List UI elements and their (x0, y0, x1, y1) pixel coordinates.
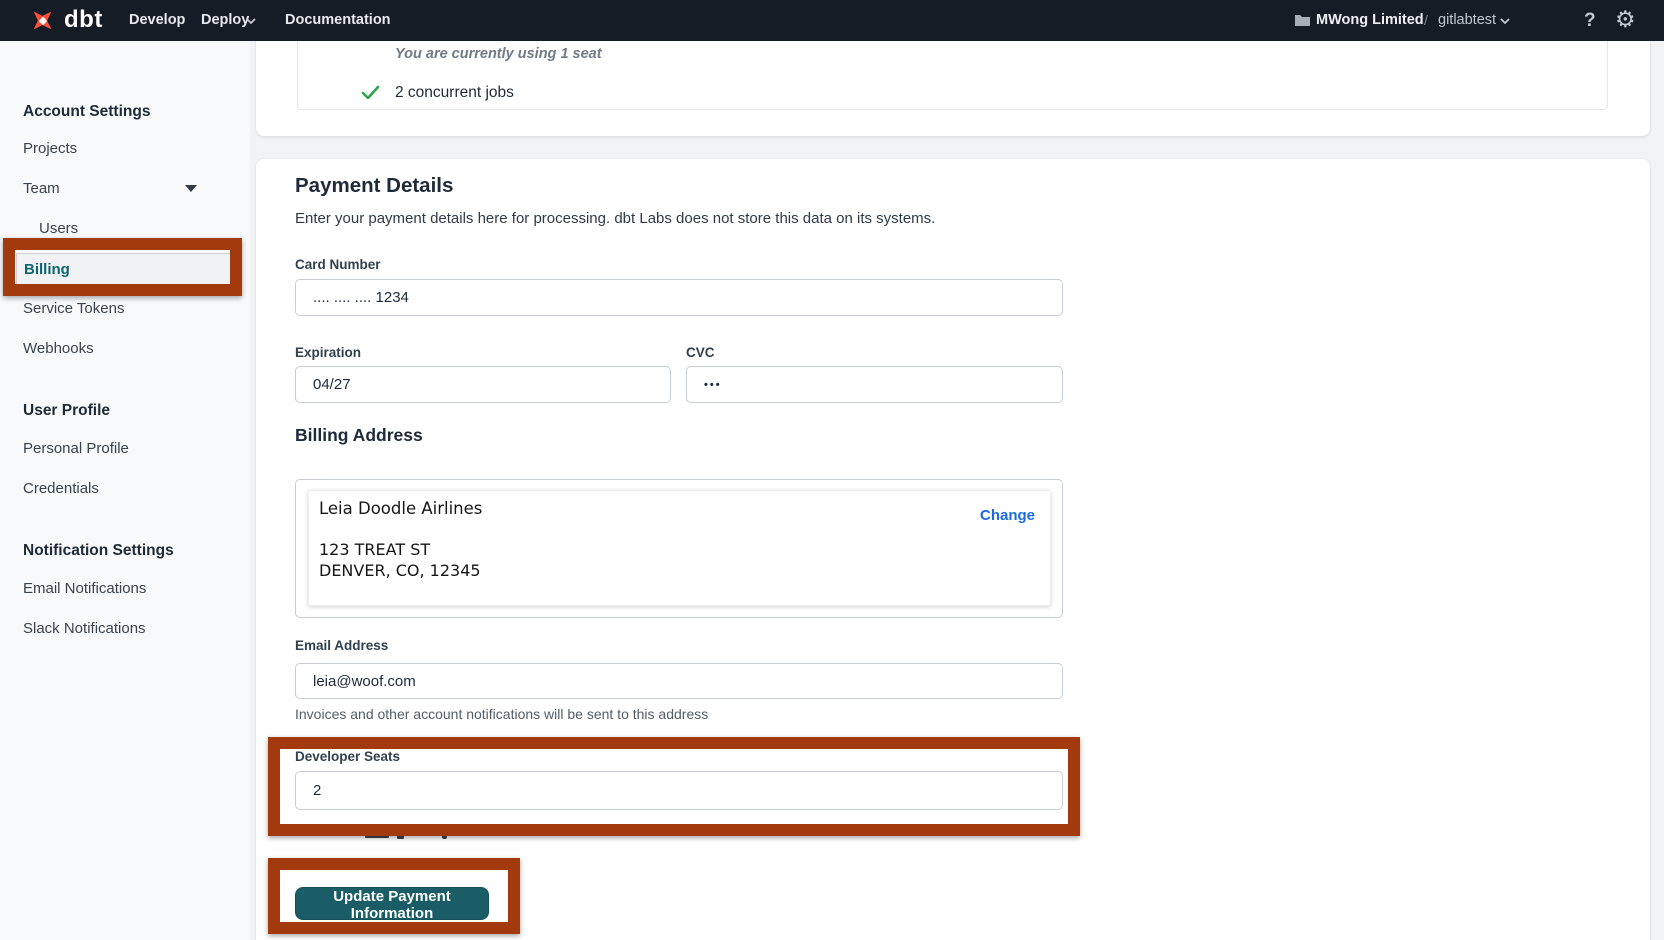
email-helper-text: Invoices and other account notifications… (295, 706, 708, 722)
billing-address-title: Billing Address (295, 425, 423, 446)
top-navbar: dbt Develop Deploy Documentation MWong L… (0, 0, 1664, 41)
sidebar-item-service-tokens[interactable]: Service Tokens (23, 300, 124, 317)
folder-icon (1294, 13, 1311, 27)
sidebar-item-users[interactable]: Users (39, 220, 78, 237)
settings-sidebar: Account Settings Projects Team Users Bil… (0, 41, 250, 940)
sidebar-item-webhooks[interactable]: Webhooks (23, 340, 94, 357)
chevron-down-icon[interactable] (1500, 18, 1510, 24)
sidebar-item-email-notifications[interactable]: Email Notifications (23, 580, 146, 597)
billing-address-street: 123 TREAT ST (319, 540, 430, 559)
clipped-text-fragment (397, 835, 404, 839)
account-switcher[interactable]: MWong Limited (1316, 0, 1424, 41)
email-address-label: Email Address (295, 638, 388, 653)
billing-address-city: DENVER, CO, 12345 (319, 561, 481, 580)
payment-details-title: Payment Details (295, 174, 453, 198)
project-switcher[interactable]: gitlabtest (1438, 0, 1496, 41)
billing-address-card: Leia Doodle Airlines Change 123 TREAT ST… (308, 490, 1051, 606)
card-number-label: Card Number (295, 257, 381, 272)
help-icon[interactable]: ? (1584, 0, 1596, 41)
brand-name: dbt (64, 6, 103, 34)
update-payment-button[interactable]: Update Payment Information (295, 887, 489, 920)
billing-label: Billing (24, 261, 70, 278)
developer-seats-input[interactable] (295, 771, 1063, 810)
sidebar-item-slack-notifications[interactable]: Slack Notifications (23, 620, 146, 637)
cvc-label: CVC (686, 345, 715, 360)
user-profile-heading: User Profile (23, 402, 110, 420)
check-icon (361, 85, 380, 100)
chevron-down-icon[interactable] (246, 18, 256, 24)
payment-details-card: Payment Details Enter your payment detai… (256, 159, 1650, 940)
nav-documentation[interactable]: Documentation (285, 0, 391, 41)
developer-seats-label: Developer Seats (295, 749, 400, 764)
caret-down-icon[interactable] (185, 185, 197, 192)
seat-usage-note: You are currently using 1 seat (395, 46, 602, 62)
sidebar-item-projects[interactable]: Projects (23, 140, 77, 157)
billing-address-box: Leia Doodle Airlines Change 123 TREAT ST… (295, 479, 1063, 618)
clipped-text-fragment (365, 835, 389, 838)
change-address-link[interactable]: Change (980, 507, 1035, 524)
account-settings-heading: Account Settings (23, 103, 150, 121)
sidebar-item-billing[interactable]: Billing (16, 253, 238, 285)
sidebar-item-personal-profile[interactable]: Personal Profile (23, 440, 129, 457)
sidebar-item-credentials[interactable]: Credentials (23, 480, 99, 497)
expiration-input[interactable] (295, 366, 671, 403)
notification-settings-heading: Notification Settings (23, 542, 174, 560)
expiration-label: Expiration (295, 345, 361, 360)
breadcrumb-separator: / (1424, 0, 1428, 41)
concurrent-jobs-text: 2 concurrent jobs (395, 84, 514, 102)
cvc-input[interactable] (686, 366, 1063, 403)
nav-develop[interactable]: Develop (129, 0, 185, 41)
gear-icon[interactable]: ⚙ (1615, 0, 1636, 40)
payment-details-description: Enter your payment details here for proc… (295, 210, 935, 227)
sidebar-item-team[interactable]: Team (23, 180, 60, 197)
main-content: You are currently using 1 seat 2 concurr… (250, 0, 1664, 940)
clipped-text-fragment (442, 834, 447, 839)
card-number-input[interactable] (295, 279, 1063, 316)
billing-address-name: Leia Doodle Airlines (319, 499, 482, 518)
nav-deploy[interactable]: Deploy (201, 0, 249, 41)
email-address-input[interactable] (295, 663, 1063, 699)
